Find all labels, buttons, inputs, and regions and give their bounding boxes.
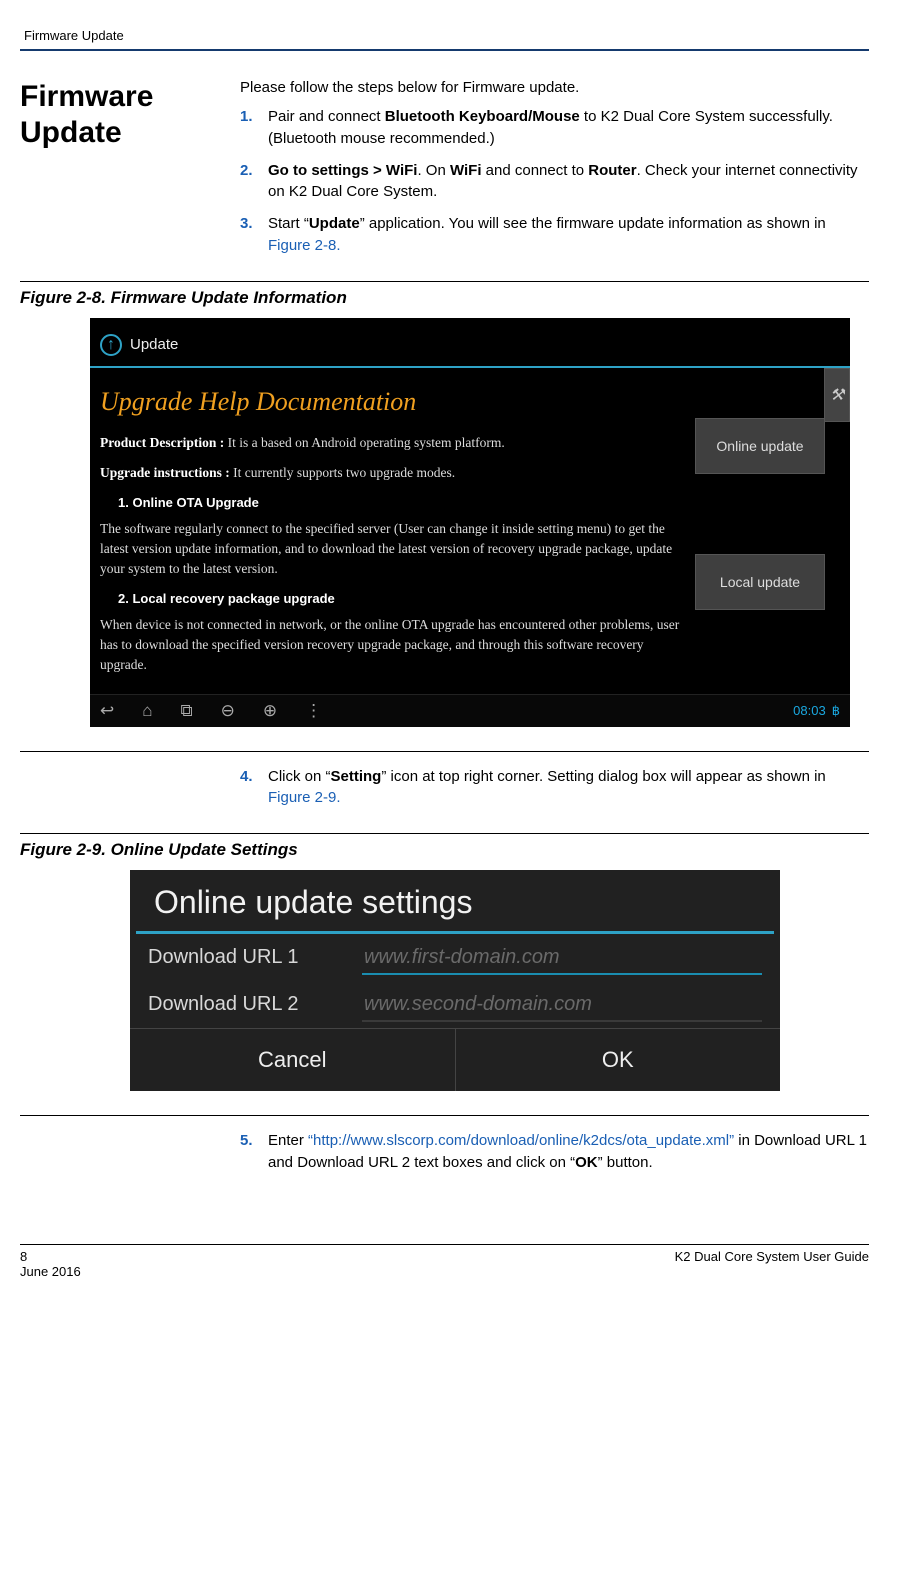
header-breadcrumb: Firmware Update <box>20 20 869 49</box>
step-5: 5. Enter “http://www.slscorp.com/downloa… <box>240 1130 869 1174</box>
fig-rule-28-top <box>20 281 869 282</box>
section-title-col: Firmware Update <box>20 79 220 267</box>
step-num-1: 1. <box>240 106 268 150</box>
step-3: 3. Start “Update” application. You will … <box>240 213 869 257</box>
step-4: 4. Click on “Setting” icon at top right … <box>240 766 869 810</box>
step-body-1: Pair and connect Bluetooth Keyboard/Mous… <box>268 106 869 150</box>
section-title-2: Update <box>20 115 220 151</box>
figure-2-8-caption: Figure 2-8. Firmware Update Information <box>20 288 869 308</box>
bluetooth-icon: ฿ <box>832 703 840 719</box>
mode2-title: 2. Local recovery package upgrade <box>118 589 680 609</box>
app-title-bar: ↑ Update <box>90 328 850 368</box>
upgrade-instructions: Upgrade instructions : It currently supp… <box>100 463 680 483</box>
cancel-button[interactable]: Cancel <box>130 1028 456 1091</box>
step-body-4: Click on “Setting” icon at top right cor… <box>268 766 869 810</box>
step-2: 2. Go to settings > WiFi. On WiFi and co… <box>240 160 869 204</box>
back-icon[interactable]: ↩ <box>100 701 114 721</box>
nav-buttons: ↩ ⌂ ⧉ ⊖ ⊕ ⋮ <box>100 701 322 721</box>
step-body-2: Go to settings > WiFi. On WiFi and conne… <box>268 160 869 204</box>
url1-label: Download URL 1 <box>148 946 348 969</box>
step-num-4: 4. <box>240 766 268 810</box>
footer-date: June 2016 <box>20 1264 81 1279</box>
online-update-button[interactable]: Online update <box>695 418 825 474</box>
step4-row: 4. Click on “Setting” icon at top right … <box>20 766 869 820</box>
clock-text: 08:03 <box>793 703 826 718</box>
page-number: 8 <box>20 1249 81 1264</box>
step-body-5: Enter “http://www.slscorp.com/download/o… <box>268 1130 869 1174</box>
menu-icon[interactable]: ⋮ <box>305 701 322 721</box>
fig-rule-29-top <box>20 833 869 834</box>
footer-left: 8 June 2016 <box>20 1249 81 1279</box>
local-update-button[interactable]: Local update <box>695 554 825 610</box>
ok-button[interactable]: OK <box>456 1028 781 1091</box>
vol-down-icon[interactable]: ⊖ <box>221 701 235 721</box>
nav-right: 08:03 ฿ <box>793 703 840 719</box>
update-buttons-col: Online update Local update <box>680 378 840 686</box>
step-num-2: 2. <box>240 160 268 204</box>
step-list-mid: 4. Click on “Setting” icon at top right … <box>240 766 869 810</box>
android-status-bar <box>90 318 850 328</box>
step-list-bottom: 5. Enter “http://www.slscorp.com/downloa… <box>240 1130 869 1174</box>
body-col: Please follow the steps below for Firmwa… <box>240 79 869 267</box>
step-list-top: 1. Pair and connect Bluetooth Keyboard/M… <box>240 106 869 257</box>
footer-guide: K2 Dual Core System User Guide <box>675 1249 869 1279</box>
step5-row: 5. Enter “http://www.slscorp.com/downloa… <box>20 1130 869 1184</box>
top-rule <box>20 49 869 51</box>
dialog-title: Online update settings <box>136 870 774 934</box>
help-doc: Upgrade Help Documentation Product Descr… <box>100 378 680 686</box>
url1-input[interactable]: www.first-domain.com <box>362 940 762 975</box>
product-description: Product Description : It is a based on A… <box>100 433 680 453</box>
mode2-desc: When device is not connected in network,… <box>100 615 680 676</box>
main-row: Firmware Update Please follow the steps … <box>20 79 869 267</box>
figure-2-9-caption: Figure 2-9. Online Update Settings <box>20 840 869 860</box>
url1-row: Download URL 1 www.first-domain.com <box>130 934 780 981</box>
app-body: Upgrade Help Documentation Product Descr… <box>90 368 850 694</box>
dialog-button-row: Cancel OK <box>130 1028 780 1091</box>
fig-rule-29-bottom <box>20 1115 869 1116</box>
android-nav-bar: ↩ ⌂ ⧉ ⊖ ⊕ ⋮ 08:03 ฿ <box>90 694 850 727</box>
app-title: Update <box>130 336 178 353</box>
mode1-desc: The software regularly connect to the sp… <box>100 519 680 580</box>
url2-row: Download URL 2 www.second-domain.com <box>130 981 780 1028</box>
page-footer: 8 June 2016 K2 Dual Core System User Gui… <box>20 1244 869 1279</box>
page-container: Firmware Update Firmware Update Please f… <box>0 0 909 1299</box>
section-title-1: Firmware <box>20 79 220 115</box>
mode1-title: 1. Online OTA Upgrade <box>118 493 680 513</box>
step-body-3: Start “Update” application. You will see… <box>268 213 869 257</box>
help-heading: Upgrade Help Documentation <box>100 382 680 421</box>
url2-label: Download URL 2 <box>148 993 348 1016</box>
vol-up-icon[interactable]: ⊕ <box>263 701 277 721</box>
figure-2-9-dialog: Online update settings Download URL 1 ww… <box>130 870 780 1091</box>
figure-2-8-screenshot: ↑ Update ⚒ Upgrade Help Documentation Pr… <box>90 318 850 727</box>
url2-input[interactable]: www.second-domain.com <box>362 987 762 1022</box>
settings-icon[interactable]: ⚒ <box>824 368 850 422</box>
recent-icon[interactable]: ⧉ <box>181 701 193 721</box>
update-icon: ↑ <box>100 334 122 356</box>
home-icon[interactable]: ⌂ <box>142 701 152 721</box>
step-num-5: 5. <box>240 1130 268 1174</box>
intro-text: Please follow the steps below for Firmwa… <box>240 79 869 96</box>
fig-rule-28-bottom <box>20 751 869 752</box>
step-num-3: 3. <box>240 213 268 257</box>
step-1: 1. Pair and connect Bluetooth Keyboard/M… <box>240 106 869 150</box>
